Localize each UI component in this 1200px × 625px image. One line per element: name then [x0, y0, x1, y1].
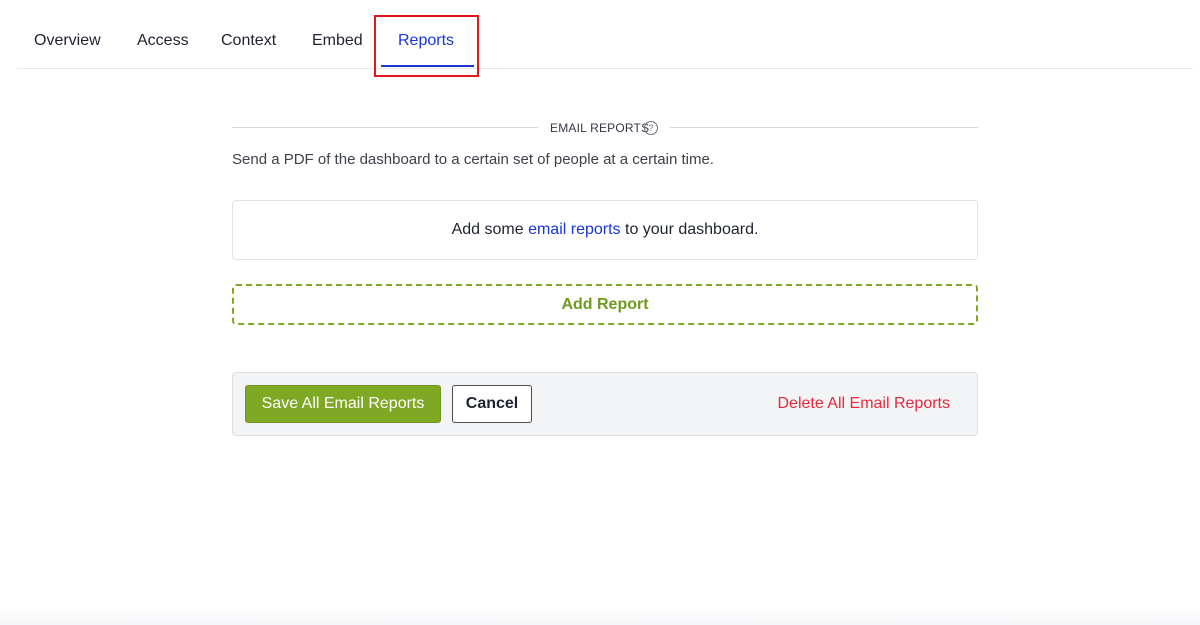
empty-state-prefix: Add some [451, 221, 529, 238]
tab-overview[interactable]: Overview [34, 30, 101, 52]
email-reports-section-header: EMAIL REPORTS ? [232, 118, 978, 138]
dashboard-settings-page: Overview Access Context Embed Reports EM… [0, 0, 1200, 625]
empty-state-suffix: to your dashboard. [620, 221, 759, 238]
delete-all-email-reports-button[interactable]: Delete All Email Reports [777, 385, 950, 423]
bottom-shadow [0, 605, 1200, 625]
tab-access[interactable]: Access [137, 30, 189, 52]
highlight-annotation-box [374, 15, 479, 77]
tab-bar: Overview Access Context Embed Reports [17, 0, 1193, 69]
divider-right [670, 127, 978, 128]
section-title: EMAIL REPORTS [550, 121, 650, 135]
help-icon[interactable]: ? [644, 121, 658, 135]
tab-context[interactable]: Context [221, 30, 276, 52]
tab-embed[interactable]: Embed [312, 30, 363, 52]
section-description: Send a PDF of the dashboard to a certain… [232, 151, 714, 168]
save-all-email-reports-button[interactable]: Save All Email Reports [245, 385, 441, 423]
divider-left [232, 127, 538, 128]
email-reports-link[interactable]: email reports [528, 221, 620, 238]
empty-state-box: Add some email reports to your dashboard… [232, 200, 978, 260]
add-report-button[interactable]: Add Report [232, 284, 978, 325]
action-footer: Save All Email Reports Cancel Delete All… [232, 372, 978, 436]
cancel-button[interactable]: Cancel [452, 385, 532, 423]
